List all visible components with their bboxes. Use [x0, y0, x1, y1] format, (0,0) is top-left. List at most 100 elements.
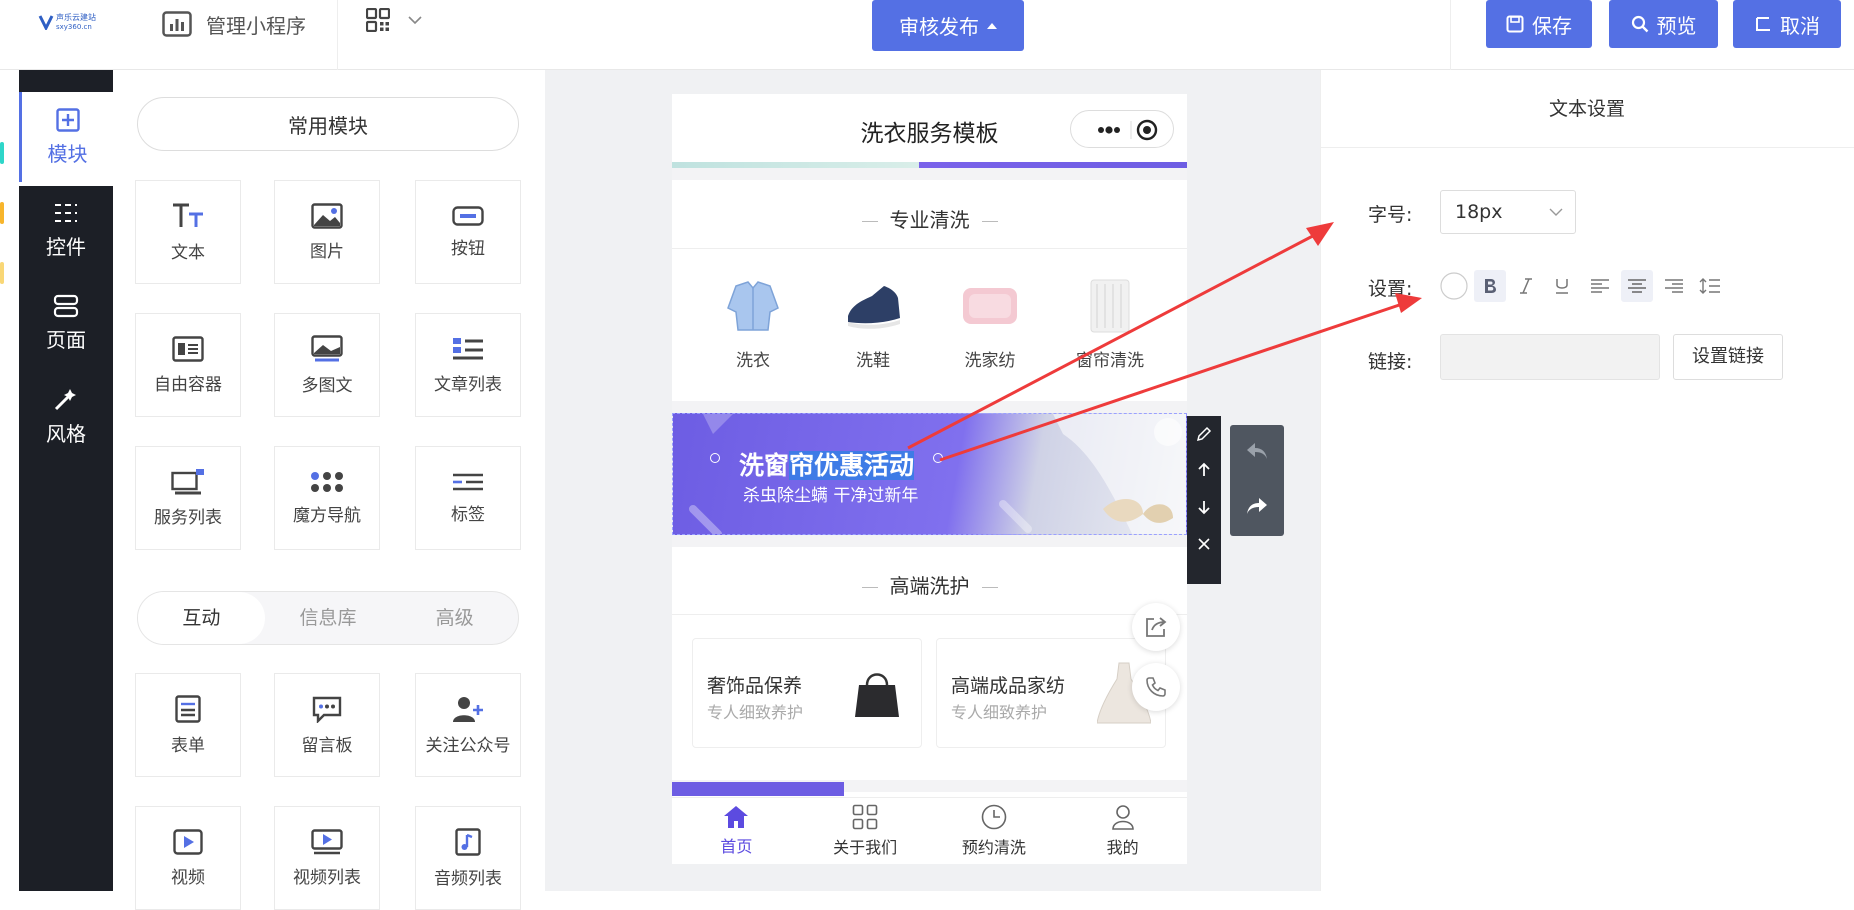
delete-icon[interactable] [1196, 536, 1212, 552]
service-item-home-textile[interactable]: 洗家纺 [930, 278, 1050, 371]
common-modules-header[interactable]: 常用模块 [137, 97, 519, 151]
redo-icon[interactable] [1245, 496, 1269, 516]
preview-label: 预览 [1656, 13, 1697, 38]
rail-marker [0, 202, 4, 224]
preview-button[interactable]: 预览 [1609, 0, 1718, 48]
block-toolbar [1187, 416, 1221, 584]
app-switcher[interactable] [366, 8, 422, 32]
rail-marker [0, 262, 4, 284]
service-card[interactable]: 奢饰品保养 专人细致养护 [692, 638, 922, 748]
mini-program-capsule[interactable] [1070, 110, 1174, 148]
selection-handle[interactable] [933, 453, 943, 463]
underline-button[interactable] [1546, 270, 1578, 302]
section-title-text: 高端洗护 [889, 574, 970, 598]
video-icon [173, 828, 203, 855]
tabbar-label: 首页 [720, 837, 753, 856]
tab-interactive[interactable]: 互动 [138, 592, 265, 644]
publish-button[interactable]: 审核发布 [872, 0, 1024, 51]
sidebar-item-pages[interactable]: 页面 [19, 278, 113, 368]
section-gap [672, 535, 1187, 547]
phone-preview: 洗衣服务模板 专业清洗 洗衣 洗鞋 洗家纺 窗帘清洗 洗窗帘优惠活动 杀虫除尘螨… [672, 94, 1187, 864]
sidebar-item-controls[interactable]: 控件 [19, 185, 113, 275]
module-label: 视频列表 [293, 867, 361, 888]
follow-icon [453, 696, 483, 722]
module-message-board[interactable]: 留言板 [274, 673, 380, 777]
quilt-icon [963, 288, 1017, 324]
service-item-laundry[interactable]: 洗衣 [693, 278, 813, 371]
module-follow-account[interactable]: 关注公众号 [415, 673, 521, 777]
button-icon [452, 205, 484, 226]
module-form[interactable]: 表单 [135, 673, 241, 777]
module-container[interactable]: 自由容器 [135, 313, 241, 417]
align-right-button[interactable] [1658, 270, 1690, 302]
save-button[interactable]: 保存 [1486, 0, 1592, 48]
undo-icon[interactable] [1245, 441, 1269, 461]
sidebar-item-label: 页面 [46, 327, 86, 352]
module-service-list[interactable]: 服务列表 [135, 446, 241, 550]
module-label: 按钮 [451, 238, 485, 259]
line-height-button[interactable] [1694, 270, 1726, 302]
section-title-text: 专业清洗 [889, 208, 970, 232]
move-down-icon[interactable] [1196, 499, 1212, 515]
tabbar-item-about[interactable]: 关于我们 [801, 798, 930, 864]
move-up-icon[interactable] [1196, 462, 1212, 478]
italic-button[interactable] [1510, 270, 1542, 302]
phone-call-button[interactable] [1132, 663, 1180, 711]
manage-miniprogram-link[interactable]: 管理小程序 [162, 9, 306, 39]
bold-button[interactable] [1474, 270, 1506, 302]
module-label: 服务列表 [154, 507, 222, 528]
sidebar-item-module[interactable]: 模块 [19, 92, 113, 182]
module-label: 关注公众号 [425, 735, 511, 756]
module-tag[interactable]: 标签 [415, 446, 521, 550]
module-multi-image[interactable]: 多图文 [274, 313, 380, 417]
module-grid-nav[interactable]: 魔方导航 [274, 446, 380, 550]
set-link-button[interactable]: 设置链接 [1673, 334, 1783, 380]
module-video[interactable]: 视频 [135, 806, 241, 910]
logo[interactable]: 声乐云建站 sxy360.cn [38, 10, 98, 38]
module-audio-list[interactable]: 音频列表 [415, 806, 521, 910]
font-size-select[interactable]: 18px [1440, 190, 1576, 234]
tab-advanced[interactable]: 高级 [391, 592, 518, 644]
chevron-down-icon [408, 16, 422, 25]
section-gap [672, 401, 1187, 413]
bottom-banner-strip [672, 782, 844, 796]
tab-library[interactable]: 信息库 [265, 592, 392, 644]
cancel-button[interactable]: 取消 [1733, 0, 1841, 48]
font-size-value: 18px [1455, 201, 1503, 223]
banner-title-part: 洗窗 [739, 451, 790, 480]
search-icon [1631, 15, 1648, 33]
module-image[interactable]: 图片 [274, 180, 380, 284]
align-center-button[interactable] [1621, 270, 1653, 302]
common-modules-label: 常用模块 [288, 113, 368, 138]
module-button[interactable]: 按钮 [415, 180, 521, 284]
service-label: 洗鞋 [856, 351, 890, 371]
share-button[interactable] [1132, 603, 1180, 651]
module-label: 文本 [171, 242, 205, 263]
service-label: 洗衣 [736, 351, 770, 371]
service-card[interactable]: 高端成品家纺 专人细致养护 [936, 638, 1166, 748]
sidebar-item-style[interactable]: 风格 [19, 371, 113, 461]
align-left-button[interactable] [1584, 270, 1616, 302]
text-color-swatch[interactable] [1438, 270, 1470, 302]
tabbar-item-mine[interactable]: 我的 [1058, 798, 1187, 864]
edit-icon[interactable] [1196, 426, 1212, 442]
link-input[interactable] [1440, 334, 1660, 380]
banner-subtitle: 杀虫除尘螨 干净过新年 [743, 486, 919, 506]
save-icon [1506, 15, 1524, 33]
selection-handle[interactable] [710, 453, 720, 463]
module-label: 图片 [310, 241, 344, 262]
module-text[interactable]: 文本 [135, 180, 241, 284]
tabbar-item-home[interactable]: 首页 [672, 798, 801, 864]
service-item-shoes[interactable]: 洗鞋 [813, 278, 933, 371]
module-article-list[interactable]: 文章列表 [415, 313, 521, 417]
phone-tabbar: 首页 关于我们 预约清洗 我的 [672, 797, 1187, 864]
sidebar-top [19, 70, 113, 92]
module-video-list[interactable]: 视频列表 [274, 806, 380, 910]
clock-icon [981, 804, 1007, 830]
module-label: 标签 [451, 504, 485, 525]
promo-banner[interactable]: 洗窗帘优惠活动 杀虫除尘螨 干净过新年 [672, 413, 1187, 535]
tabbar-item-booking[interactable]: 预约清洗 [930, 798, 1059, 864]
service-item-curtain[interactable]: 窗帘清洗 [1050, 278, 1170, 371]
form-icon [175, 694, 201, 723]
sidebar-item-label: 控件 [46, 234, 86, 259]
